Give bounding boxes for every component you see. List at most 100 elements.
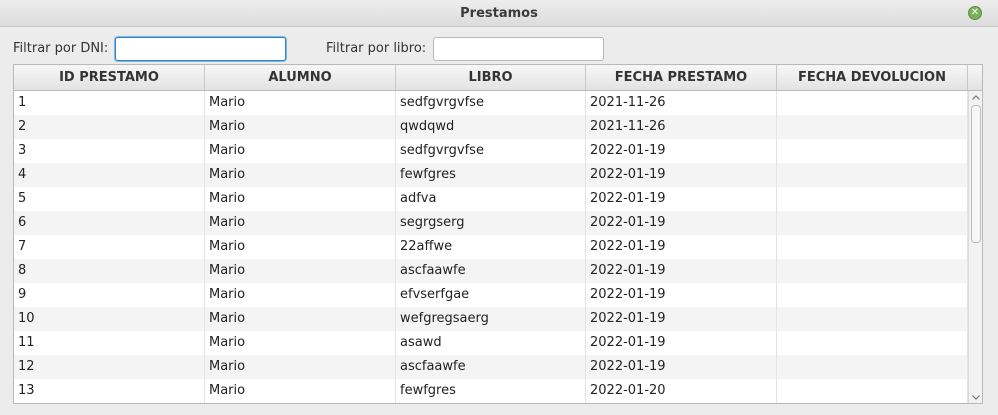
close-glyph: ✕ bbox=[970, 7, 980, 18]
cell-fecha-prestamo: 2022-01-19 bbox=[586, 211, 777, 235]
cell-libro: efvserfgae bbox=[396, 283, 586, 307]
table-row[interactable]: 4 Mario fewfgres 2022-01-19 bbox=[14, 163, 968, 187]
cell-fecha-prestamo: 2022-01-19 bbox=[586, 235, 777, 259]
cell-fecha-prestamo: 2022-01-19 bbox=[586, 355, 777, 379]
filter-dni-label: Filtrar por DNI: bbox=[13, 41, 109, 56]
cell-id-prestamo: 3 bbox=[14, 139, 205, 163]
cell-fecha-devolucion bbox=[777, 91, 968, 115]
cell-fecha-prestamo: 2021-11-26 bbox=[586, 115, 777, 139]
cell-libro: asawd bbox=[396, 331, 586, 355]
title-bar[interactable]: Prestamos ✕ bbox=[0, 0, 998, 27]
cell-fecha-devolucion bbox=[777, 115, 968, 139]
cell-fecha-prestamo: 2022-01-19 bbox=[586, 139, 777, 163]
cell-fecha-devolucion bbox=[777, 163, 968, 187]
cell-alumno: Mario bbox=[205, 211, 396, 235]
filter-libro-label: Filtrar por libro: bbox=[326, 41, 427, 56]
cell-fecha-devolucion bbox=[777, 211, 968, 235]
cell-libro: ascfaawfe bbox=[396, 355, 586, 379]
table-row[interactable]: 2 Mario qwdqwd 2021-11-26 bbox=[14, 115, 968, 139]
cell-alumno: Mario bbox=[205, 115, 396, 139]
cell-id-prestamo: 11 bbox=[14, 331, 205, 355]
cell-id-prestamo: 9 bbox=[14, 283, 205, 307]
cell-id-prestamo: 1 bbox=[14, 91, 205, 115]
cell-fecha-prestamo: 2022-01-19 bbox=[586, 259, 777, 283]
cell-libro: segrgserg bbox=[396, 211, 586, 235]
filter-dni-input[interactable] bbox=[115, 37, 286, 61]
filter-libro-input[interactable] bbox=[433, 37, 604, 61]
cell-alumno: Mario bbox=[205, 355, 396, 379]
table-row[interactable]: 13 Mario fewfgres 2022-01-20 bbox=[14, 379, 968, 403]
prestamos-window: Prestamos ✕ Filtrar por DNI: Filtrar por… bbox=[0, 0, 998, 415]
column-header-id-prestamo[interactable]: ID PRESTAMO bbox=[14, 65, 205, 90]
cell-id-prestamo: 8 bbox=[14, 259, 205, 283]
table-row[interactable]: 11 Mario asawd 2022-01-19 bbox=[14, 331, 968, 355]
cell-libro: qwdqwd bbox=[396, 115, 586, 139]
cell-fecha-devolucion bbox=[777, 355, 968, 379]
table-row[interactable]: 6 Mario segrgserg 2022-01-19 bbox=[14, 211, 968, 235]
column-header-fecha-prestamo[interactable]: FECHA PRESTAMO bbox=[586, 65, 777, 90]
cell-id-prestamo: 7 bbox=[14, 235, 205, 259]
cell-alumno: Mario bbox=[205, 283, 396, 307]
cell-alumno: Mario bbox=[205, 259, 396, 283]
window-title: Prestamos bbox=[460, 5, 538, 21]
cell-alumno: Mario bbox=[205, 139, 396, 163]
loans-table: ID PRESTAMO ALUMNO LIBRO FECHA PRESTAMO … bbox=[13, 64, 983, 404]
scroll-up-icon[interactable] bbox=[969, 91, 982, 103]
cell-fecha-devolucion bbox=[777, 259, 968, 283]
cell-fecha-devolucion bbox=[777, 139, 968, 163]
cell-id-prestamo: 5 bbox=[14, 187, 205, 211]
column-header-fecha-devolucion[interactable]: FECHA DEVOLUCION bbox=[777, 65, 968, 90]
table-row[interactable]: 1 Mario sedfgvrgvfse 2021-11-26 bbox=[14, 91, 968, 115]
cell-alumno: Mario bbox=[205, 331, 396, 355]
table-row[interactable]: 7 Mario 22affwe 2022-01-19 bbox=[14, 235, 968, 259]
table-body: 1 Mario sedfgvrgvfse 2021-11-26 2 Mario qwdqwd… bbox=[14, 91, 968, 403]
filter-bar: Filtrar por DNI: Filtrar por libro: bbox=[0, 36, 998, 62]
table-row[interactable]: 9 Mario efvserfgae 2022-01-19 bbox=[14, 283, 968, 307]
scroll-down-icon[interactable] bbox=[969, 391, 982, 403]
cell-id-prestamo: 12 bbox=[14, 355, 205, 379]
cell-alumno: Mario bbox=[205, 307, 396, 331]
cell-libro: fewfgres bbox=[396, 163, 586, 187]
cell-fecha-prestamo: 2022-01-19 bbox=[586, 331, 777, 355]
cell-fecha-devolucion bbox=[777, 379, 968, 403]
cell-alumno: Mario bbox=[205, 187, 396, 211]
scrollbar-thumb[interactable] bbox=[971, 105, 981, 243]
column-header-libro[interactable]: LIBRO bbox=[396, 65, 586, 90]
cell-fecha-prestamo: 2021-11-26 bbox=[586, 91, 777, 115]
cell-alumno: Mario bbox=[205, 91, 396, 115]
cell-fecha-prestamo: 2022-01-19 bbox=[586, 187, 777, 211]
cell-fecha-devolucion bbox=[777, 283, 968, 307]
cell-libro: sedfgvrgvfse bbox=[396, 91, 586, 115]
cell-libro: ascfaawfe bbox=[396, 259, 586, 283]
cell-libro: adfva bbox=[396, 187, 586, 211]
column-header-alumno[interactable]: ALUMNO bbox=[205, 65, 396, 90]
cell-libro: fewfgres bbox=[396, 379, 586, 403]
cell-alumno: Mario bbox=[205, 163, 396, 187]
cell-fecha-devolucion bbox=[777, 235, 968, 259]
cell-libro: sedfgvrgvfse bbox=[396, 139, 586, 163]
cell-id-prestamo: 10 bbox=[14, 307, 205, 331]
cell-libro: wefgregsaerg bbox=[396, 307, 586, 331]
cell-id-prestamo: 13 bbox=[14, 379, 205, 403]
cell-alumno: Mario bbox=[205, 379, 396, 403]
table-row[interactable]: 8 Mario ascfaawfe 2022-01-19 bbox=[14, 259, 968, 283]
cell-fecha-devolucion bbox=[777, 331, 968, 355]
table-row[interactable]: 3 Mario sedfgvrgvfse 2022-01-19 bbox=[14, 139, 968, 163]
cell-id-prestamo: 6 bbox=[14, 211, 205, 235]
cell-fecha-prestamo: 2022-01-19 bbox=[586, 163, 777, 187]
cell-libro: 22affwe bbox=[396, 235, 586, 259]
cell-fecha-devolucion bbox=[777, 307, 968, 331]
cell-id-prestamo: 2 bbox=[14, 115, 205, 139]
cell-fecha-prestamo: 2022-01-19 bbox=[586, 283, 777, 307]
cell-id-prestamo: 4 bbox=[14, 163, 205, 187]
table-header: ID PRESTAMO ALUMNO LIBRO FECHA PRESTAMO … bbox=[14, 65, 982, 91]
cell-alumno: Mario bbox=[205, 235, 396, 259]
close-icon[interactable]: ✕ bbox=[968, 6, 982, 20]
cell-fecha-prestamo: 2022-01-19 bbox=[586, 307, 777, 331]
table-row[interactable]: 12 Mario ascfaawfe 2022-01-19 bbox=[14, 355, 968, 379]
cell-fecha-devolucion bbox=[777, 187, 968, 211]
cell-fecha-prestamo: 2022-01-20 bbox=[586, 379, 777, 403]
table-row[interactable]: 10 Mario wefgregsaerg 2022-01-19 bbox=[14, 307, 968, 331]
vertical-scrollbar[interactable] bbox=[968, 91, 982, 403]
table-row[interactable]: 5 Mario adfva 2022-01-19 bbox=[14, 187, 968, 211]
